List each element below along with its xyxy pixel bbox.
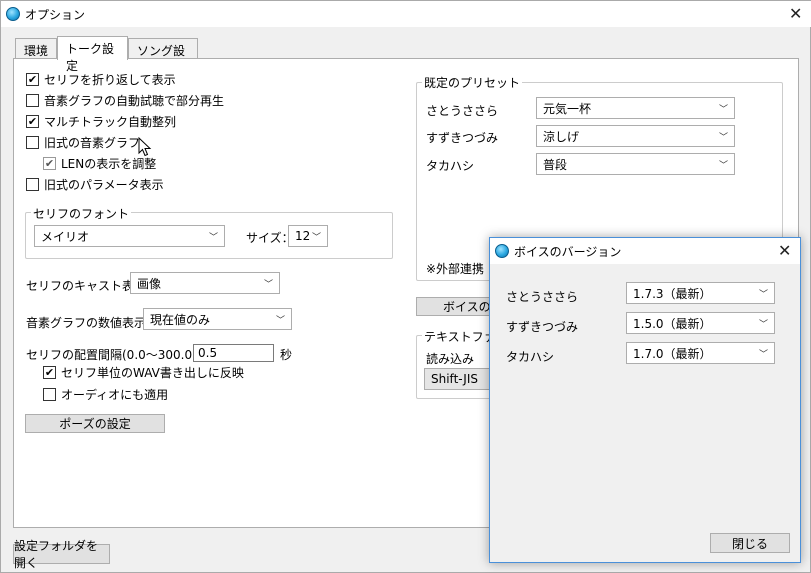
preset-name-suzuki-tsuzumi: すずきつづみ (426, 131, 499, 145)
chevron-down-icon: ﹀ (718, 132, 728, 143)
option-multitrack-align[interactable]: ✔ マルチトラック自動整列 (26, 113, 176, 129)
graph-value-label: 音素グラフの数値表示 (26, 316, 147, 330)
option-wrap-lines[interactable]: ✔ セリフを折り返して表示 (26, 71, 176, 87)
chevron-down-icon: ﹀ (311, 232, 321, 243)
preset-select-takahashi[interactable]: 普段 ﹀ (536, 153, 735, 175)
version-select-suzuki-tsuzumi[interactable]: 1.5.0（最新） ﹀ (626, 312, 775, 334)
version-value-suzuki-tsuzumi: 1.5.0（最新） (633, 316, 712, 331)
preset-value-takahashi: 普段 (543, 157, 568, 172)
version-value-sato-sasara: 1.7.3（最新） (633, 286, 712, 301)
legacy-phoneme-graph-label: 旧式の音素グラフ (44, 135, 141, 150)
close-icon[interactable]: ✕ (778, 243, 791, 259)
partial-playback-checkbox[interactable] (26, 93, 39, 107)
wrap-lines-label: セリフを折り返して表示 (44, 72, 176, 87)
cast-display-select[interactable]: 画像 ﹀ (130, 272, 280, 294)
chevron-down-icon: ﹀ (263, 279, 273, 290)
chevron-down-icon: ﹀ (208, 232, 218, 243)
voice-version-dialog: ボイスのバージョン ✕ さとうささら 1.7.3（最新） ﹀ すずきつづみ 1.… (489, 237, 801, 563)
wav-reflect-label: セリフ単位のWAV書き出しに反映 (61, 365, 244, 380)
dialog-title-bar[interactable]: ボイスのバージョン ✕ (490, 238, 800, 264)
textfile-read-label: 読み込み (426, 352, 475, 366)
version-value-takahashi: 1.7.0（最新） (633, 346, 712, 361)
font-select-value: メイリオ (41, 229, 90, 244)
chevron-down-icon: ﹀ (758, 349, 768, 360)
version-select-sato-sasara[interactable]: 1.7.3（最新） ﹀ (626, 282, 775, 304)
open-settings-folder-button[interactable]: 設定フォルダを開く (13, 539, 110, 570)
len-display-label: LENの表示を調整 (61, 156, 157, 171)
dialog-name-suzuki-tsuzumi: すずきつづみ (506, 320, 579, 334)
app-logo-icon (6, 7, 20, 21)
graph-value-value: 現在値のみ (150, 312, 211, 327)
preset-select-suzuki-tsuzumi[interactable]: 涼しげ ﹀ (536, 125, 735, 147)
font-group-legend: セリフのフォント (31, 205, 132, 222)
font-size-value: 12 (295, 229, 311, 243)
mouse-cursor-icon (138, 137, 152, 157)
version-select-takahashi[interactable]: 1.7.0（最新） ﹀ (626, 342, 775, 364)
title-bar[interactable]: オプション ✕ (1, 1, 811, 27)
option-legacy-phoneme-graph[interactable]: 旧式の音素グラフ (26, 134, 140, 150)
interval-input[interactable]: 0.5 (193, 344, 274, 362)
app-logo-icon (495, 244, 509, 258)
preset-group-legend: 既定のプリセット (422, 74, 523, 91)
multitrack-align-checkbox[interactable]: ✔ (26, 114, 39, 128)
option-audio-apply[interactable]: オーディオにも適用 (43, 386, 168, 402)
graph-value-select[interactable]: 現在値のみ ﹀ (143, 308, 292, 330)
preset-value-suzuki-tsuzumi: 涼しげ (543, 129, 580, 144)
wav-reflect-checkbox[interactable]: ✔ (43, 365, 56, 379)
dialog-name-sato-sasara: さとうささら (506, 290, 579, 304)
tab-song-settings[interactable]: ソング設定 (128, 38, 198, 75)
legacy-params-label: 旧式のパラメータ表示 (44, 177, 164, 192)
cast-display-label: セリフのキャスト表示 (26, 279, 147, 293)
preset-select-sato-sasara[interactable]: 元気一杯 ﹀ (536, 97, 735, 119)
interval-label: セリフの配置間隔(0.0～300.0)： (26, 348, 209, 362)
option-wav-reflect[interactable]: ✔ セリフ単位のWAV書き出しに反映 (43, 364, 244, 380)
tab-environment[interactable]: 環境 (15, 38, 57, 60)
close-icon[interactable]: ✕ (789, 6, 802, 22)
dialog-name-takahashi: タカハシ (506, 350, 555, 364)
partial-playback-label: 音素グラフの自動試聴で部分再生 (44, 93, 225, 108)
legacy-phoneme-graph-checkbox[interactable] (26, 135, 39, 149)
options-window: オプション ✕ 環境 トーク設定 ソング設定 ✔ セリフを折り返して表示 音素グ… (0, 0, 811, 573)
chevron-down-icon: ﹀ (758, 319, 768, 330)
chevron-down-icon: ﹀ (718, 160, 728, 171)
preset-name-sato-sasara: さとうささら (426, 104, 499, 118)
preset-name-takahashi: タカハシ (426, 159, 475, 173)
chevron-down-icon: ﹀ (758, 289, 768, 300)
encoding-value: Shift-JIS (431, 372, 478, 386)
dialog-close-button[interactable]: 閉じる (710, 533, 790, 553)
font-select[interactable]: メイリオ ﹀ (34, 225, 225, 247)
chevron-down-icon: ﹀ (718, 104, 728, 115)
font-size-label: サイズ： (246, 231, 294, 245)
legacy-params-checkbox[interactable] (26, 177, 39, 191)
chevron-down-icon: ﹀ (275, 315, 285, 326)
cast-display-value: 画像 (137, 276, 162, 291)
pause-settings-button[interactable]: ポーズの設定 (25, 414, 165, 433)
wrap-lines-checkbox[interactable]: ✔ (26, 72, 39, 86)
option-partial-playback[interactable]: 音素グラフの自動試聴で部分再生 (26, 92, 224, 108)
dialog-title: ボイスのバージョン (514, 245, 622, 259)
option-legacy-params[interactable]: 旧式のパラメータ表示 (26, 176, 164, 192)
option-len-display[interactable]: ✔ LENの表示を調整 (43, 155, 156, 171)
len-display-checkbox[interactable]: ✔ (43, 156, 56, 170)
interval-unit: 秒 (280, 348, 293, 362)
font-size-select[interactable]: 12 ﹀ (288, 225, 328, 247)
audio-apply-checkbox[interactable] (43, 387, 56, 401)
preset-value-sato-sasara: 元気一杯 (543, 101, 592, 116)
multitrack-align-label: マルチトラック自動整列 (44, 114, 177, 129)
preset-external-note: ※外部連携 (426, 262, 485, 276)
audio-apply-label: オーディオにも適用 (61, 387, 169, 402)
window-title: オプション (25, 8, 86, 22)
tab-talk-settings[interactable]: トーク設定 (57, 36, 128, 73)
